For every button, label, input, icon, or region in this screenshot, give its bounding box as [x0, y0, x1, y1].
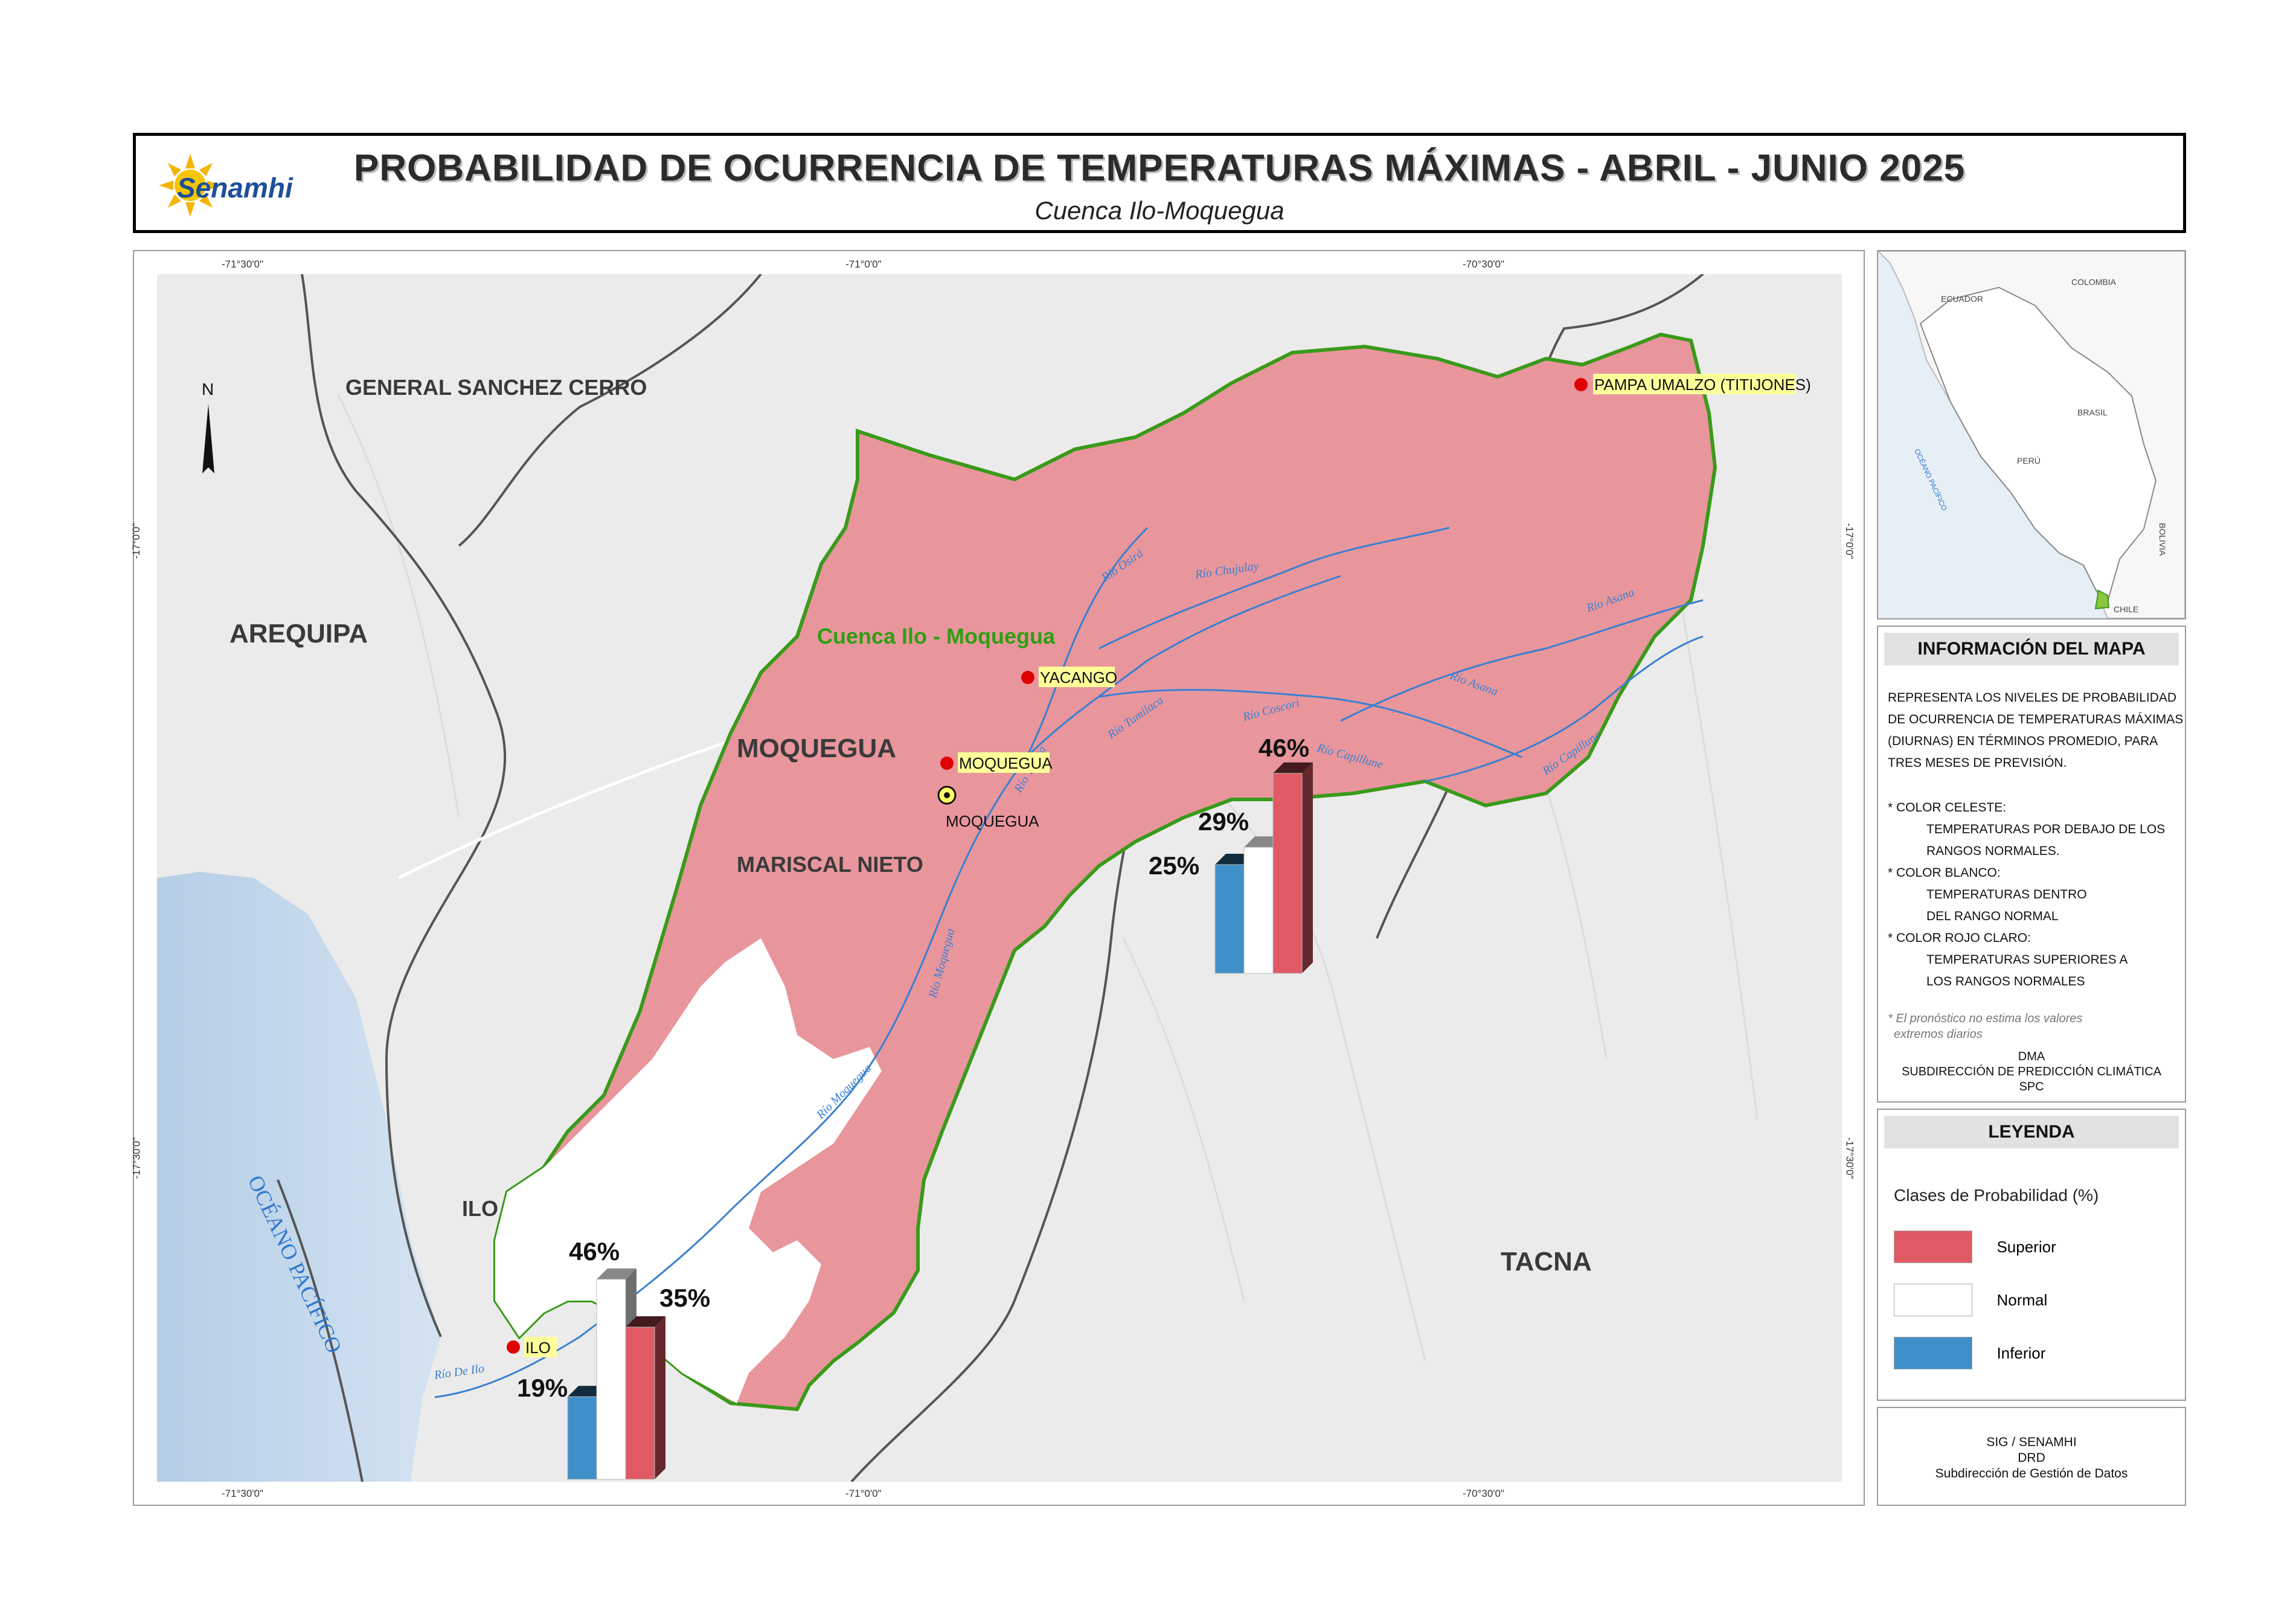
- inset-panel: ECUADOR COLOMBIA BRASIL PERÚ CHILE BOLIV…: [1876, 250, 2186, 619]
- svg-text:YACANGO: YACANGO: [1040, 668, 1117, 687]
- svg-text:N: N: [202, 380, 214, 399]
- lower-bar-label-inferior: 19%: [517, 1374, 568, 1402]
- svg-text:PAMPA UMALZO (TITIJONES): PAMPA UMALZO (TITIJONES): [1594, 376, 1811, 394]
- basin-map: Río Osirá Río Chujulay Río Asana Río Tum…: [157, 274, 1842, 1482]
- legend-heading: LEYENDA: [1884, 1116, 2179, 1148]
- coord-bottom-e: -70°30'0": [1463, 1488, 1505, 1499]
- inset-label-chile: CHILE: [2114, 604, 2138, 614]
- legend-swatch-normal: [1894, 1284, 1972, 1316]
- inset-label-colombia: COLOMBIA: [2071, 277, 2117, 287]
- coord-right-n: -17°0'0": [1843, 523, 1855, 559]
- svg-text:MOQUEGUA: MOQUEGUA: [959, 754, 1053, 772]
- inset-map: ECUADOR COLOMBIA BRASIL PERÚ CHILE BOLIV…: [1876, 251, 2185, 619]
- upper-bar-inferior: [1214, 864, 1245, 974]
- upper-bar-normal: [1243, 847, 1274, 974]
- map-title: PROBABILIDAD DE OCURRENCIA DE TEMPERATUR…: [353, 147, 1966, 189]
- lower-bar-label-superior: 35%: [659, 1284, 710, 1312]
- info-panel: INFORMACIÓN DEL MAPA REPRESENTA LOS NIVE…: [1877, 626, 2186, 1103]
- legend-subtitle: Clases de Probabilidad (%): [1894, 1186, 2099, 1205]
- upper-bar-label-normal: 29%: [1198, 807, 1249, 836]
- legend-panel: LEYENDA Clases de Probabilidad (%) Super…: [1877, 1109, 2186, 1401]
- upper-bar-superior: [1272, 773, 1303, 974]
- legend-item-superior: Superior: [1894, 1231, 2056, 1263]
- svg-text:MOQUEGUA: MOQUEGUA: [946, 812, 1039, 830]
- label-mariscal-nieto: MARISCAL NIETO: [737, 852, 923, 877]
- upper-bar-label-superior: 46%: [1259, 734, 1309, 762]
- place-pampa-umalzo: PAMPA UMALZO (TITIJONES): [1574, 374, 1811, 394]
- coord-bottom-c: -71°0'0": [845, 1488, 882, 1499]
- upper-bar-label-inferior: 25%: [1149, 851, 1199, 880]
- legend-item-normal: Normal: [1894, 1284, 2047, 1316]
- legend-item-inferior: Inferior: [1894, 1337, 2045, 1369]
- legend-swatch-superior: [1894, 1231, 1972, 1263]
- label-moquegua: MOQUEGUA: [737, 734, 896, 763]
- lower-bar-superior: [625, 1327, 655, 1480]
- coord-left-n: -17°0'0": [130, 523, 142, 559]
- inset-label-bolivia: BOLIVIA: [2158, 523, 2167, 556]
- inset-label-brasil: BRASIL: [2077, 408, 2108, 417]
- map-subtitle: Cuenca Ilo-Moquegua: [1034, 196, 1284, 225]
- basin-label: Cuenca Ilo - Moquegua: [817, 624, 1056, 648]
- label-general-sanchez-cerro: GENERAL SANCHEZ CERRO: [345, 375, 647, 400]
- map-frame: -71°30'0" -71°0'0" -70°30'0" -71°30'0" -…: [130, 250, 1865, 1506]
- label-tacna: TACNA: [1501, 1247, 1592, 1276]
- coord-top-w: -71°30'0": [222, 258, 264, 270]
- lower-bar-inferior: [567, 1396, 597, 1480]
- coord-left-s: -17°30'0": [130, 1137, 143, 1179]
- lower-bar-side-superior: [655, 1316, 665, 1479]
- legend-swatch-inferior: [1894, 1337, 1972, 1369]
- credits-panel: SIG / SENAMHI DRD Subdirección de Gestió…: [1877, 1407, 2186, 1506]
- credits-text: SIG / SENAMHI DRD Subdirección de Gestió…: [1935, 1435, 2128, 1481]
- inset-label-ecuador: ECUADOR: [1941, 294, 1983, 304]
- coord-right-s: -17°30'0": [1844, 1137, 1856, 1179]
- info-color-items: * COLOR CELESTE: TEMPERATURAS POR DEBAJO…: [1888, 801, 2166, 988]
- svg-text:ILO: ILO: [525, 1339, 551, 1357]
- upper-bar-side-superior: [1302, 762, 1313, 973]
- lower-bar-label-normal: 46%: [569, 1237, 620, 1266]
- lower-bar-normal: [596, 1279, 626, 1480]
- coord-top-c: -71°0'0": [845, 258, 882, 270]
- info-description: REPRESENTA LOS NIVELES DE PROBABILIDAD D…: [1888, 691, 2184, 770]
- coord-top-e: -70°30'0": [1463, 258, 1505, 270]
- info-credit: DMA SUBDIRECCIÓN DE PREDICCIÓN CLIMÁTICA…: [1901, 1050, 2162, 1093]
- label-arequipa: AREQUIPA: [229, 619, 368, 648]
- label-ilo: ILO: [462, 1196, 498, 1221]
- inset-label-peru: PERÚ: [2017, 456, 2041, 466]
- info-heading: INFORMACIÓN DEL MAPA: [1884, 633, 2179, 665]
- coord-bottom-w: -71°30'0": [222, 1488, 264, 1499]
- info-note: * El pronóstico no estima los valores ex…: [1888, 1012, 2083, 1041]
- map-header: Senamhi PROBABILIDAD DE OCURRENCIA DE TE…: [133, 133, 2186, 233]
